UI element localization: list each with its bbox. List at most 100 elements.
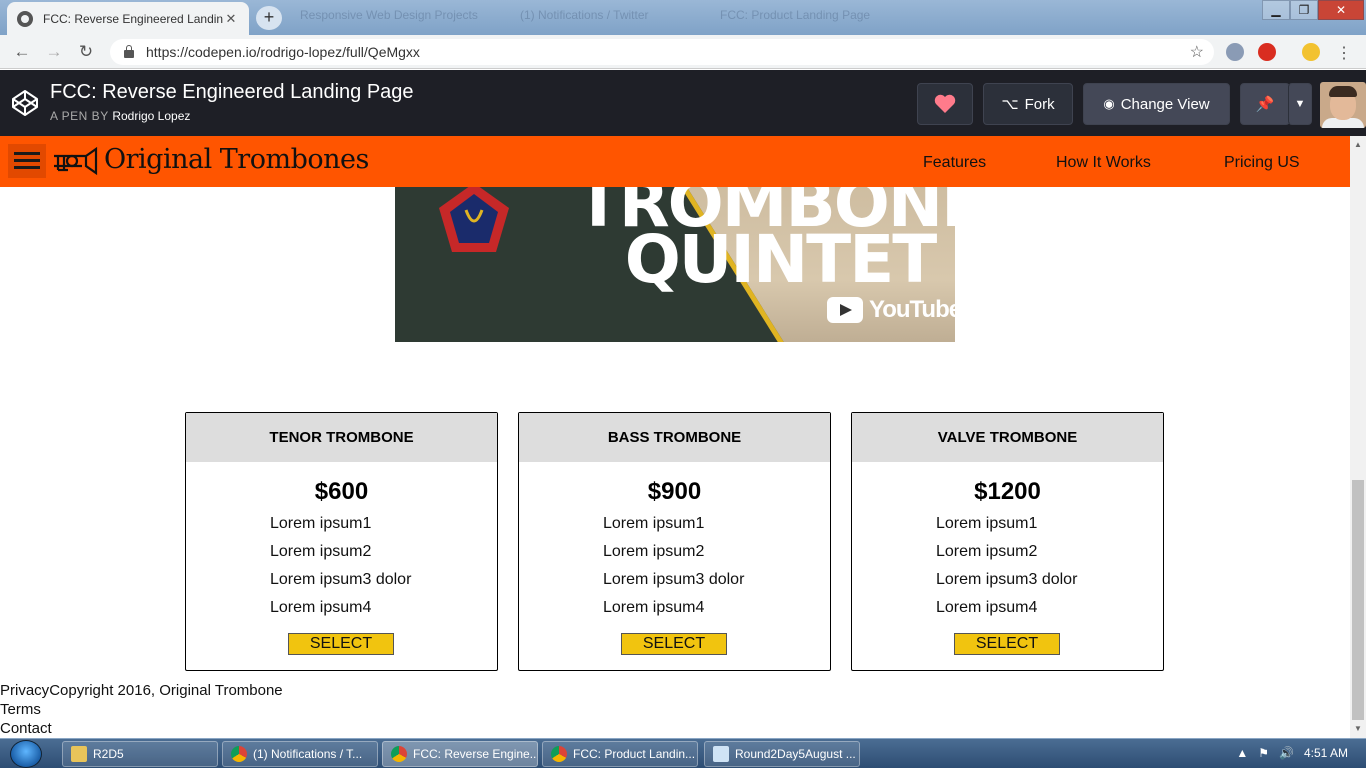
opera-extension-icon[interactable] bbox=[1258, 43, 1276, 61]
video-title: TROMBONE QUINTET bbox=[565, 171, 955, 293]
page-scrollbar[interactable]: ▲ ▼ bbox=[1350, 136, 1366, 738]
nav-link-features[interactable]: Features bbox=[923, 154, 986, 172]
chrome-icon bbox=[231, 746, 247, 762]
chevron-down-icon: ▼ bbox=[1294, 98, 1306, 110]
youtube-icon bbox=[827, 297, 863, 323]
notepad-icon bbox=[713, 746, 729, 762]
youtube-logo[interactable]: YouTube bbox=[827, 296, 955, 324]
codepen-header: FCC: Reverse Engineered Landing Page A P… bbox=[0, 70, 1366, 136]
pen-title: FCC: Reverse Engineered Landing Page bbox=[50, 81, 414, 103]
footer-link-terms[interactable]: Terms bbox=[0, 701, 41, 718]
copyright-text: Copyright 2016, Original Trombone bbox=[49, 682, 283, 699]
network-icon[interactable]: ⚑ bbox=[1258, 746, 1269, 760]
feature-item: Lorem ipsum1 bbox=[936, 515, 1038, 532]
feature-item: Lorem ipsum4 bbox=[270, 599, 372, 616]
nav-link-how-it-works[interactable]: How It Works bbox=[1056, 154, 1151, 172]
browser-tab-active[interactable]: FCC: Reverse Engineered Landing ✕ bbox=[7, 2, 249, 35]
feature-item: Lorem ipsum3 dolor bbox=[603, 571, 745, 588]
youtube-label: YouTube bbox=[869, 296, 955, 323]
feature-item: Lorem ipsum3 dolor bbox=[936, 571, 1078, 588]
chrome-icon bbox=[391, 746, 407, 762]
close-window-button[interactable]: ✕ bbox=[1318, 0, 1364, 20]
site-navbar: Original Trombones Features How It Works… bbox=[0, 136, 1350, 187]
fork-label: Fork bbox=[1024, 95, 1055, 113]
shield-extension-icon[interactable] bbox=[1226, 43, 1244, 61]
scrollbar-thumb[interactable] bbox=[1352, 480, 1364, 720]
back-icon[interactable]: ← bbox=[6, 42, 38, 62]
footer-link-contact[interactable]: Contact bbox=[0, 720, 52, 737]
avatar[interactable] bbox=[1320, 82, 1366, 128]
card-title: BASS TROMBONE bbox=[519, 413, 830, 462]
codepen-favicon-icon bbox=[17, 10, 33, 27]
nav-link-pricing[interactable]: Pricing US bbox=[1224, 154, 1300, 172]
taskbar-item-chrome-3[interactable]: FCC: Product Landin... bbox=[542, 741, 698, 767]
taskbar-item-chrome-1[interactable]: (1) Notifications / T... bbox=[222, 741, 378, 767]
heart-icon bbox=[934, 94, 956, 113]
taskbar-label: FCC: Product Landin... bbox=[573, 747, 696, 761]
scroll-down-icon[interactable]: ▼ bbox=[1350, 722, 1366, 736]
tab-close-icon[interactable]: ✕ bbox=[223, 11, 239, 27]
screen: FCC: Reverse Engineered Landing ✕ + Resp… bbox=[0, 0, 1366, 768]
change-view-button[interactable]: ◉ Change View bbox=[1083, 83, 1230, 125]
taskbar-label: (1) Notifications / T... bbox=[253, 747, 363, 761]
clock[interactable]: 4:51 AM bbox=[1304, 746, 1348, 760]
scroll-up-icon[interactable]: ▲ bbox=[1350, 138, 1366, 152]
volume-icon[interactable]: 🔊 bbox=[1279, 746, 1294, 760]
site-brand[interactable]: Original Trombones bbox=[104, 144, 369, 175]
select-button[interactable]: SELECT bbox=[288, 633, 394, 655]
restore-button[interactable]: ❐ bbox=[1290, 0, 1318, 20]
windows-taskbar: R2D5 (1) Notifications / T... FCC: Rever… bbox=[0, 738, 1366, 768]
background-tab-1[interactable]: Responsive Web Design Projects bbox=[300, 8, 478, 22]
taskbar-item-notepad[interactable]: Round2Day5August ... bbox=[704, 741, 860, 767]
card-title: VALVE TROMBONE bbox=[852, 413, 1163, 462]
new-tab-button[interactable]: + bbox=[256, 6, 282, 30]
fork-button[interactable]: ⌥ Fork bbox=[983, 83, 1073, 125]
heart-button[interactable] bbox=[917, 83, 973, 125]
feature-item: Lorem ipsum3 dolor bbox=[270, 571, 412, 588]
pricing-card-tenor: TENOR TROMBONE $600 Lorem ipsum1 Lorem i… bbox=[185, 412, 498, 671]
taskbar-label: Round2Day5August ... bbox=[735, 747, 856, 761]
menu-kebab-icon[interactable]: ⋮ bbox=[1336, 43, 1352, 63]
address-bar[interactable]: https://codepen.io/rodrigo-lopez/full/Qe… bbox=[110, 39, 1214, 65]
pin-button[interactable]: 📌 bbox=[1240, 83, 1290, 125]
start-button[interactable] bbox=[10, 740, 42, 768]
forward-icon[interactable]: → bbox=[38, 42, 70, 62]
star-icon[interactable]: ☆ bbox=[1190, 42, 1204, 62]
feature-list: Lorem ipsum1 Lorem ipsum2 Lorem ipsum3 d… bbox=[519, 510, 830, 622]
url-text[interactable]: https://codepen.io/rodrigo-lopez/full/Qe… bbox=[146, 44, 420, 60]
trombone-logo-icon[interactable] bbox=[52, 146, 98, 176]
feature-list: Lorem ipsum1 Lorem ipsum2 Lorem ipsum3 d… bbox=[186, 510, 497, 622]
site-footer: PrivacyCopyright 2016, Original Trombone… bbox=[0, 681, 283, 738]
select-button[interactable]: SELECT bbox=[621, 633, 727, 655]
pin-dropdown-button[interactable]: ▼ bbox=[1288, 83, 1312, 125]
author-link[interactable]: Rodrigo Lopez bbox=[112, 109, 190, 123]
chrome-icon bbox=[551, 746, 567, 762]
band-emblem-icon bbox=[439, 183, 509, 252]
byline-prefix: A PEN BY bbox=[50, 109, 109, 123]
card-price: $600 bbox=[314, 478, 369, 505]
feature-item: Lorem ipsum2 bbox=[936, 543, 1038, 560]
pricing-card-bass: BASS TROMBONE $900 Lorem ipsum1 Lorem ip… bbox=[518, 412, 831, 671]
system-tray: ▲ ⚑ 🔊 4:51 AM bbox=[1236, 746, 1348, 760]
feature-item: Lorem ipsum2 bbox=[603, 543, 705, 560]
feature-item: Lorem ipsum2 bbox=[270, 543, 372, 560]
page-viewport: Original Trombones Features How It Works… bbox=[0, 136, 1350, 738]
tray-expand-icon[interactable]: ▲ bbox=[1236, 746, 1248, 760]
background-tab-3[interactable]: FCC: Product Landing Page bbox=[720, 8, 870, 22]
lock-icon bbox=[124, 45, 134, 58]
minimize-button[interactable]: ▁ bbox=[1262, 0, 1290, 20]
select-button[interactable]: SELECT bbox=[954, 633, 1060, 655]
extension-icon[interactable] bbox=[1302, 43, 1320, 61]
background-tab-2[interactable]: (1) Notifications / Twitter bbox=[520, 8, 648, 22]
taskbar-item-chrome-2[interactable]: FCC: Reverse Engine... bbox=[382, 741, 538, 767]
pen-byline: A PEN BY Rodrigo Lopez bbox=[50, 109, 190, 123]
hamburger-icon[interactable] bbox=[8, 144, 46, 178]
taskbar-item-explorer[interactable]: R2D5 bbox=[62, 741, 218, 767]
card-price: $900 bbox=[647, 478, 702, 505]
taskbar-label: R2D5 bbox=[93, 747, 124, 761]
change-view-label: Change View bbox=[1120, 95, 1210, 113]
taskbar-label: FCC: Reverse Engine... bbox=[413, 747, 538, 761]
codepen-logo-icon[interactable] bbox=[10, 88, 40, 118]
reload-icon[interactable]: ↻ bbox=[70, 42, 102, 62]
footer-link-privacy[interactable]: Privacy bbox=[0, 682, 49, 699]
